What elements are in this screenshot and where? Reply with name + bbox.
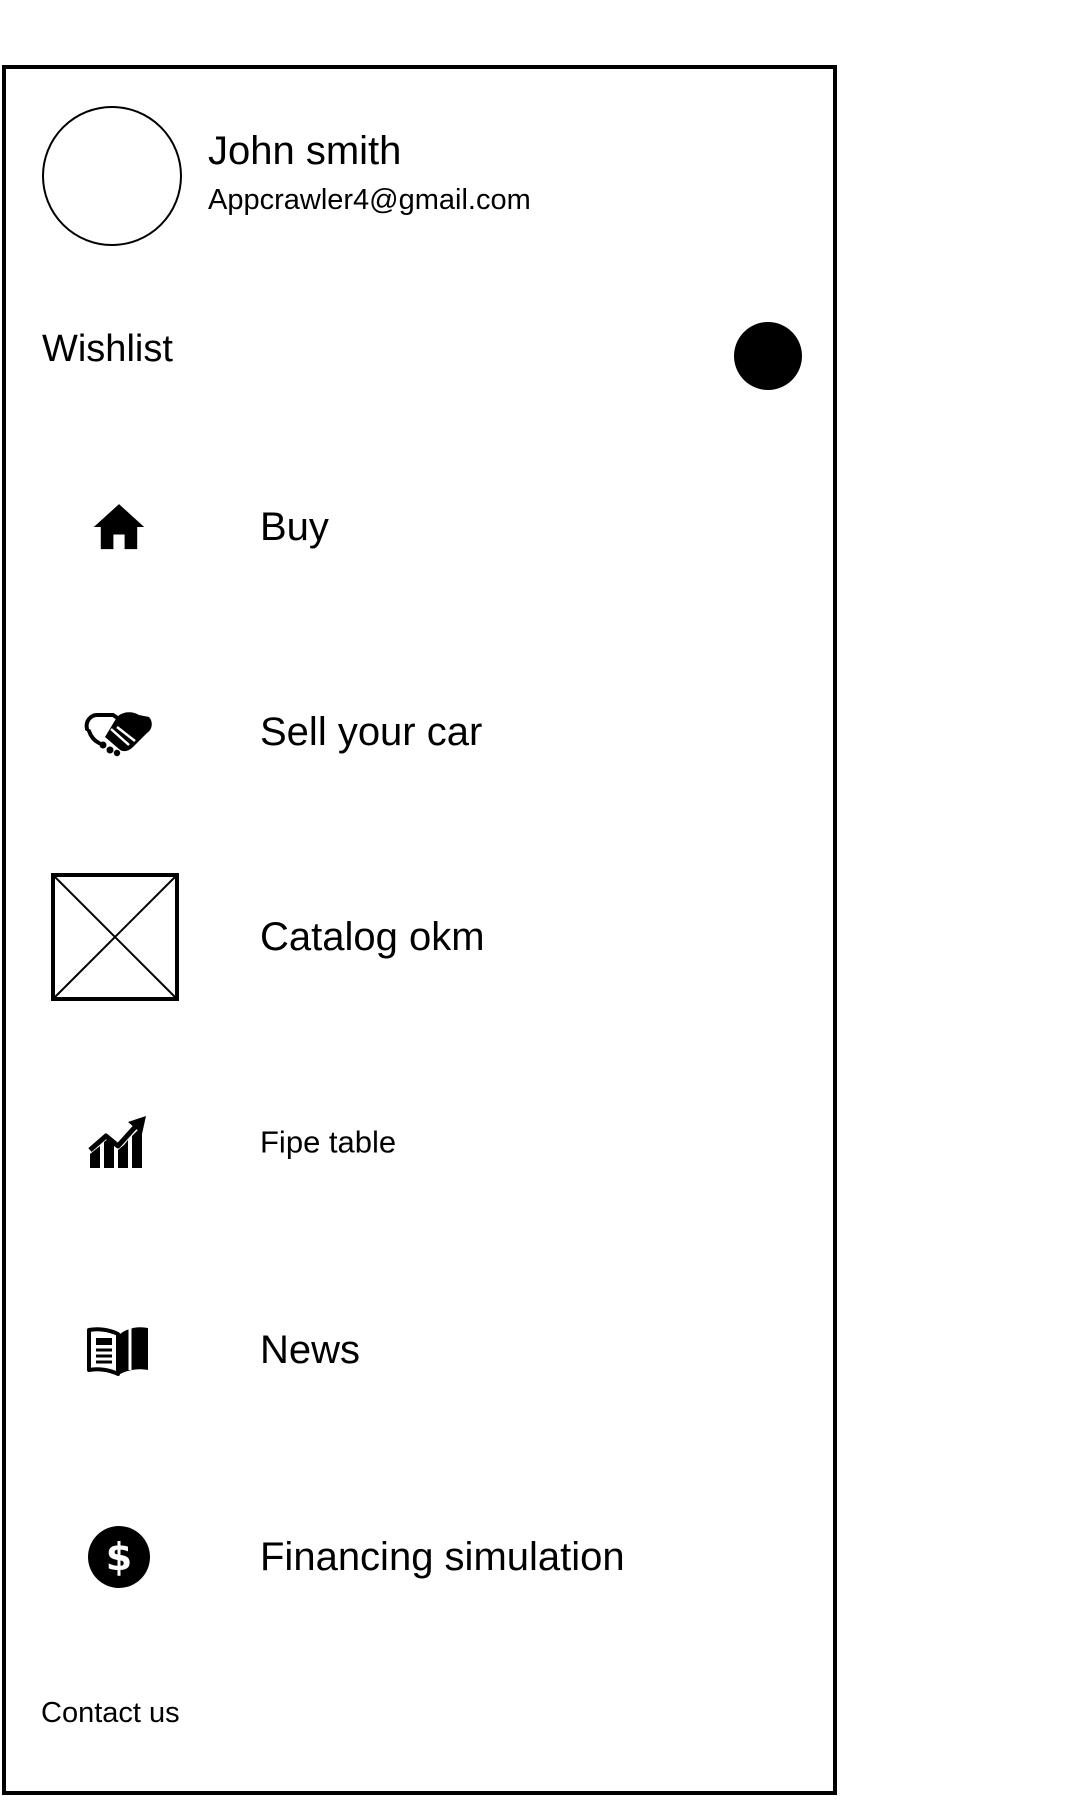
menu-item-fipe-table[interactable]: Fipe table [6, 1067, 833, 1217]
menu-item-label: Financing simulation [260, 1535, 625, 1579]
wishlist-badge[interactable] [734, 322, 802, 390]
handshake-icon [44, 657, 194, 807]
menu-item-buy[interactable]: Buy [6, 452, 833, 602]
menu-item-label: News [260, 1328, 361, 1372]
home-icon [44, 452, 194, 602]
avatar[interactable] [42, 106, 182, 246]
menu-item-label: Fipe table [260, 1124, 397, 1160]
menu-item-financing-simulation[interactable]: $ Financing simulation [6, 1482, 833, 1632]
dollar-coin-icon: $ [44, 1482, 194, 1632]
image-placeholder-icon [50, 872, 180, 1002]
menu-item-label: Catalog okm [260, 915, 485, 959]
svg-text:$: $ [106, 1535, 132, 1579]
screen: John smith Appcrawler4@gmail.com Wishlis… [0, 0, 1080, 1800]
contact-us-link[interactable]: Contact us [41, 1699, 180, 1728]
user-email: Appcrawler4@gmail.com [208, 184, 531, 216]
menu-item-news[interactable]: News [6, 1275, 833, 1425]
news-book-icon [44, 1275, 194, 1425]
menu-item-label: Buy [260, 505, 329, 549]
menu-item-label: Sell your car [260, 710, 483, 754]
chart-trend-icon [44, 1067, 194, 1217]
navigation-drawer: John smith Appcrawler4@gmail.com Wishlis… [2, 65, 837, 1795]
wishlist-link[interactable]: Wishlist [42, 330, 173, 368]
user-name: John smith [208, 129, 402, 173]
menu-item-catalog-okm[interactable]: Catalog okm [6, 862, 833, 1012]
menu-item-sell-your-car[interactable]: Sell your car [6, 657, 833, 807]
